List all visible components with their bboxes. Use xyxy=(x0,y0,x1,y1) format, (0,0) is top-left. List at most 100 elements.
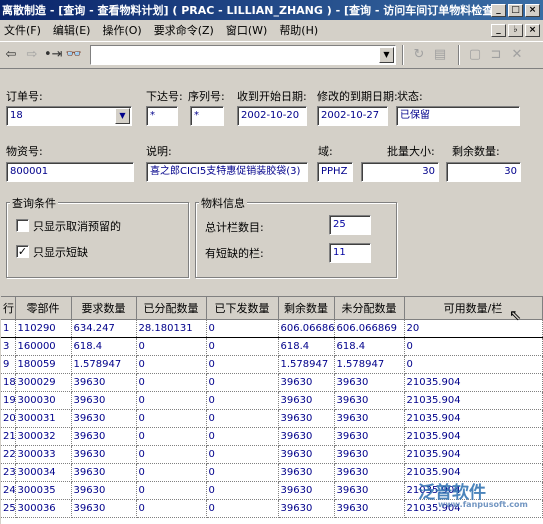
shortage-lines-field[interactable]: 11 xyxy=(329,243,371,263)
header-allocated-qty[interactable]: 已分配数量 xyxy=(136,297,207,320)
table-cell[interactable]: 0 xyxy=(206,391,279,410)
header-issued-qty[interactable]: 已下发数量 xyxy=(206,297,279,320)
table-row[interactable]: 19 300030 39630 0 0 39630 39630 21035.904 xyxy=(1,391,543,410)
menu-request-command[interactable]: 要求命令(Z) xyxy=(154,22,214,38)
navigation-combo[interactable]: ▼ xyxy=(90,45,396,65)
table-cell[interactable]: 19 xyxy=(1,391,16,410)
child-restore-button[interactable]: ♭ xyxy=(508,23,523,37)
table-cell[interactable]: 0 xyxy=(136,409,207,428)
header-required-qty[interactable]: 要求数量 xyxy=(71,297,137,320)
sequence-no-field[interactable]: * xyxy=(190,106,224,126)
table-cell[interactable]: 39630 xyxy=(278,373,335,392)
table-cell[interactable]: 300029 xyxy=(15,373,72,392)
child-minimize-button[interactable]: _ xyxy=(491,23,506,37)
back-arrow-icon[interactable]: ⇦ xyxy=(2,46,20,64)
menu-file[interactable]: 文件(F) xyxy=(4,22,41,38)
table-cell[interactable]: 0 xyxy=(206,499,279,518)
table-row[interactable]: 9 180059 1.578947 0 0 1.578947 1.578947 0 xyxy=(1,355,543,374)
table-cell[interactable]: 28.180131 xyxy=(136,319,207,338)
total-lines-field[interactable]: 25 xyxy=(329,215,371,235)
table-cell[interactable]: 0 xyxy=(206,427,279,446)
table-cell[interactable]: 39630 xyxy=(278,409,335,428)
table-cell[interactable]: 618.4 xyxy=(334,337,405,356)
table-cell[interactable]: 39630 xyxy=(334,499,405,518)
menu-help[interactable]: 帮助(H) xyxy=(279,22,318,38)
table-cell[interactable]: 0 xyxy=(206,463,279,482)
table-cell[interactable]: 20 xyxy=(1,409,16,428)
table-cell[interactable]: 39630 xyxy=(71,481,137,500)
table-cell[interactable]: 1.578947 xyxy=(71,355,137,374)
table-cell[interactable]: 21035.904 xyxy=(404,427,543,446)
table-cell[interactable]: 0 xyxy=(206,355,279,374)
menu-window[interactable]: 窗口(W) xyxy=(226,22,267,38)
order-no-select[interactable]: 18 ▼ xyxy=(6,106,132,126)
table-cell[interactable]: 39630 xyxy=(71,463,137,482)
table-cell[interactable]: 39630 xyxy=(278,499,335,518)
maximize-button[interactable]: □ xyxy=(508,3,523,17)
table-cell[interactable]: 0 xyxy=(206,373,279,392)
header-remaining-qty[interactable]: 剩余数量 xyxy=(278,297,335,320)
table-cell[interactable]: 160000 xyxy=(15,337,72,356)
table-cell[interactable]: 1.578947 xyxy=(278,355,335,374)
table-cell[interactable]: 1.578947 xyxy=(334,355,405,374)
delete-icon[interactable]: ✕ xyxy=(508,46,526,64)
table-cell[interactable]: 39630 xyxy=(278,427,335,446)
table-cell[interactable]: 0 xyxy=(136,355,207,374)
table-cell[interactable]: 1 xyxy=(1,319,16,338)
table-cell[interactable]: 606.066869 xyxy=(334,319,405,338)
table-row[interactable]: 1110290634.24728.1801310606.066869606.06… xyxy=(1,319,543,338)
table-cell[interactable]: 23 xyxy=(1,463,16,482)
table-cell[interactable]: 39630 xyxy=(278,481,335,500)
table-cell[interactable]: 39630 xyxy=(334,463,405,482)
show-cancel-reserved-checkbox[interactable] xyxy=(16,219,29,232)
table-cell[interactable]: 0 xyxy=(136,499,207,518)
table-cell[interactable]: 300031 xyxy=(15,409,72,428)
refresh-icon[interactable]: ↻ xyxy=(410,46,428,64)
table-cell[interactable]: 21035.904 xyxy=(404,391,543,410)
table-cell[interactable]: 39630 xyxy=(278,391,335,410)
received-start-date-field[interactable]: 2002-10-20 xyxy=(237,106,307,126)
clear-icon[interactable]: ⊐ xyxy=(487,46,505,64)
table-cell[interactable]: 0 xyxy=(404,337,543,356)
table-cell[interactable]: 618.4 xyxy=(71,337,137,356)
table-cell[interactable]: 0 xyxy=(206,337,279,356)
table-cell[interactable]: 0 xyxy=(136,337,207,356)
table-row[interactable]: 21 300032 39630 0 0 39630 39630 21035.904 xyxy=(1,427,543,446)
table-cell[interactable]: 21035.904 xyxy=(404,445,543,464)
table-cell[interactable]: 618.4 xyxy=(278,337,335,356)
domain-field[interactable]: PPHZ xyxy=(317,162,353,182)
table-cell[interactable]: 39630 xyxy=(334,391,405,410)
table-cell[interactable]: 300034 xyxy=(15,463,72,482)
table-cell[interactable]: 18 xyxy=(1,373,16,392)
header-unallocated-qty[interactable]: 未分配数量 xyxy=(334,297,405,320)
table-cell[interactable]: 0 xyxy=(206,445,279,464)
forward-arrow-icon[interactable]: ⇨ xyxy=(23,46,41,64)
show-shortage-checkbox[interactable]: ✓ xyxy=(16,245,29,258)
table-cell[interactable]: 0 xyxy=(136,373,207,392)
table-row[interactable]: 20 300031 39630 0 0 39630 39630 21035.904 xyxy=(1,409,543,428)
table-cell[interactable]: 300032 xyxy=(15,427,72,446)
table-cell[interactable]: 0 xyxy=(136,481,207,500)
table-row[interactable]: 22 300033 39630 0 0 39630 39630 21035.904 xyxy=(1,445,543,464)
new-icon[interactable]: ▢ xyxy=(466,46,484,64)
table-cell[interactable]: 0 xyxy=(136,427,207,446)
table-cell[interactable]: 0 xyxy=(404,355,543,374)
header-row-no[interactable]: 行 xyxy=(1,297,16,320)
table-cell[interactable]: 39630 xyxy=(278,463,335,482)
table-row[interactable]: 3 160000 618.4 0 0 618.4 618.4 0 xyxy=(1,337,543,356)
go-icon[interactable]: •⇥ xyxy=(44,46,63,64)
table-cell[interactable]: 0 xyxy=(206,319,279,338)
child-close-button[interactable]: × xyxy=(525,23,540,37)
revised-due-date-field[interactable]: 2002-10-27 xyxy=(317,106,388,126)
table-cell[interactable]: 39630 xyxy=(71,499,137,518)
table-cell[interactable]: 3 xyxy=(1,337,16,356)
table-cell[interactable]: 39630 xyxy=(334,373,405,392)
table-cell[interactable]: 0 xyxy=(206,409,279,428)
batch-size-field[interactable]: 30 xyxy=(361,162,439,182)
table-cell[interactable]: 9 xyxy=(1,355,16,374)
binoculars-icon[interactable]: 👓 xyxy=(65,46,83,64)
table-cell[interactable]: 39630 xyxy=(334,445,405,464)
table-cell[interactable]: 39630 xyxy=(334,427,405,446)
table-cell[interactable]: 110290 xyxy=(15,319,72,338)
header-part[interactable]: 零部件 xyxy=(15,297,72,320)
